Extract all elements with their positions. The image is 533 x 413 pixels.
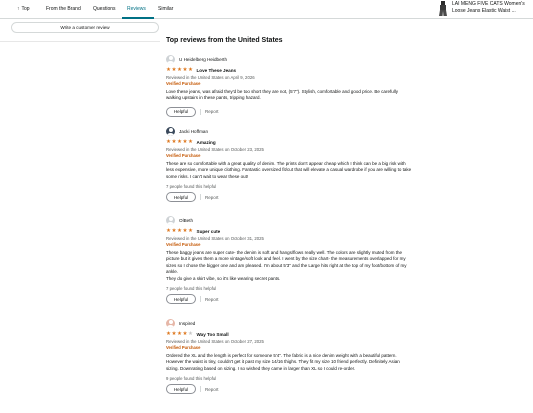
helpful-count: 7 people found this helpful: [166, 286, 217, 292]
review-item: Jacki Hoffman ★ ★ ★ ★ ★ Amazing Reviewed in …: [166, 126, 412, 203]
arrow-up-icon: ↑: [17, 6, 20, 12]
review-item: Inspired ★ ★ ★ ★ ★ Way Too Small Reviewed in…: [166, 318, 412, 395]
active-tab-indicator: [122, 17, 154, 19]
reviewer-name[interactable]: OlBeth: [179, 218, 193, 223]
helpful-count: 7 people found this helpful: [166, 184, 217, 190]
reviewer-name[interactable]: Jacki Hoffman: [179, 129, 208, 134]
avatar: [166, 126, 175, 136]
reviewer-name[interactable]: Inspired: [179, 321, 195, 326]
review-body: Love these jeans, was afraid they'd be t…: [166, 89, 398, 101]
nav-from-brand[interactable]: From the Brand: [46, 6, 81, 12]
review-title[interactable]: Way Too Small: [197, 332, 229, 337]
product-title[interactable]: LAI MENG FIVE CATS Women's Loose Jeans E…: [452, 1, 532, 15]
nav-questions[interactable]: Questions: [93, 6, 116, 12]
review-date: Reviewed in the United States on October…: [166, 339, 264, 344]
helpful-button[interactable]: Helpful: [166, 106, 196, 117]
report-link[interactable]: Report: [205, 109, 219, 114]
helpful-count: 9 people found this helpful: [166, 376, 217, 382]
review-title[interactable]: Amazing: [197, 140, 216, 145]
divider: [200, 108, 201, 115]
left-divider: [0, 41, 160, 42]
star-rating[interactable]: ★ ★ ★ ★ ★: [166, 138, 194, 145]
star-icon: ★: [188, 66, 194, 73]
divider: [200, 194, 201, 201]
review-body: These baggy jeans are super cute- the de…: [166, 250, 407, 281]
avatar: [166, 215, 175, 225]
product-thumbnail[interactable]: [438, 1, 448, 16]
nav-reviews[interactable]: Reviews: [127, 6, 146, 12]
nav-top[interactable]: ↑ Top: [17, 6, 30, 12]
write-review-button[interactable]: Write a customer review: [11, 22, 159, 33]
star-empty-icon: ★: [188, 330, 194, 337]
nav-top-label: Top: [21, 6, 30, 12]
review-body: These are so comfortable with a great qu…: [166, 161, 412, 179]
review-item: U Heidelberg Heidberth ★ ★ ★ ★ ★ Love These …: [166, 54, 412, 117]
reviewer-name[interactable]: U Heidelberg Heidberth: [179, 57, 227, 62]
star-icon: ★: [188, 227, 194, 234]
verified-purchase-badge[interactable]: Verified Purchase: [166, 242, 412, 247]
star-rating[interactable]: ★ ★ ★ ★ ★: [166, 330, 194, 337]
divider: [200, 296, 201, 303]
helpful-button[interactable]: Helpful: [166, 294, 196, 305]
nav-similar[interactable]: Similar: [158, 6, 173, 12]
review-title[interactable]: Super cute: [197, 229, 221, 234]
avatar: [166, 318, 175, 328]
divider: [200, 386, 201, 393]
review-title[interactable]: Love These Jeans: [197, 68, 237, 73]
star-icon: ★: [188, 138, 194, 145]
review-item: OlBeth ★ ★ ★ ★ ★ Super cute Reviewed in the …: [166, 215, 412, 305]
verified-purchase-badge[interactable]: Verified Purchase: [166, 153, 412, 158]
report-link[interactable]: Report: [205, 297, 219, 302]
verified-purchase-badge[interactable]: Verified Purchase: [166, 345, 412, 350]
review-date: Reviewed in the United States on October…: [166, 236, 264, 241]
helpful-button[interactable]: Helpful: [166, 192, 196, 203]
avatar: [166, 54, 175, 64]
report-link[interactable]: Report: [205, 387, 219, 392]
review-date: Reviewed in the United States on April 9…: [166, 75, 255, 80]
helpful-button[interactable]: Helpful: [166, 384, 196, 395]
star-rating[interactable]: ★ ★ ★ ★ ★: [166, 66, 194, 73]
review-body: Ordered the XL and the length is perfect…: [166, 353, 400, 371]
report-link[interactable]: Report: [205, 195, 219, 200]
review-date: Reviewed in the United States on October…: [166, 147, 264, 152]
section-title: Top reviews from the United States: [166, 37, 283, 44]
star-rating[interactable]: ★ ★ ★ ★ ★: [166, 227, 194, 234]
verified-purchase-badge[interactable]: Verified Purchase: [166, 81, 412, 86]
review-nav-bar: ↑ Top From the Brand Questions Reviews Si…: [0, 0, 533, 19]
